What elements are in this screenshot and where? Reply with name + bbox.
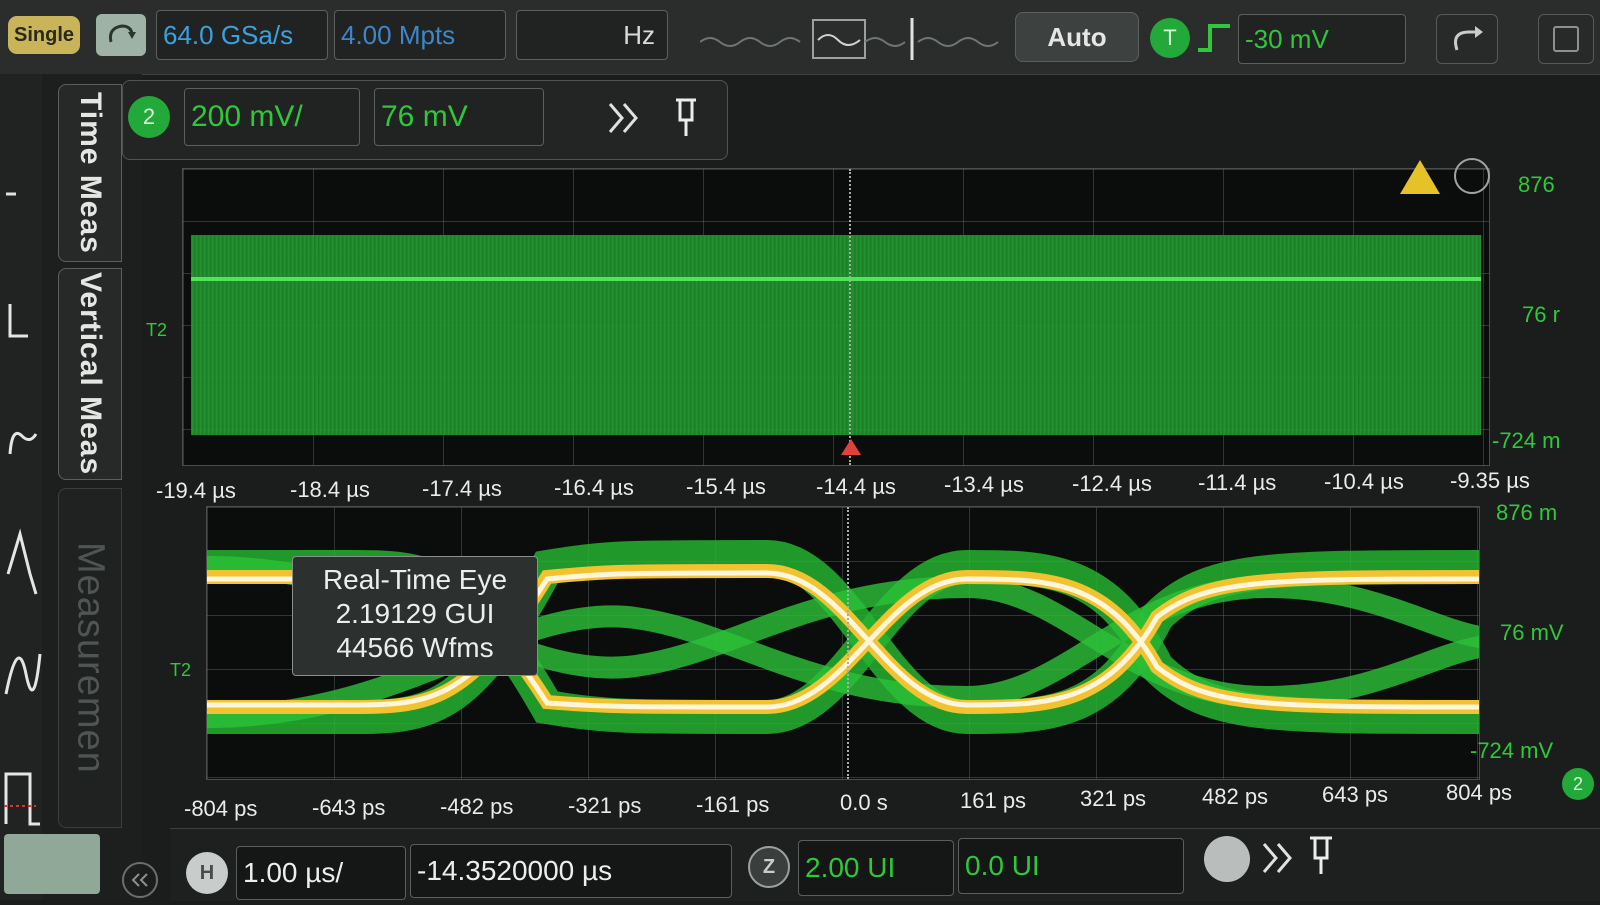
menu-icon bbox=[1553, 26, 1579, 52]
trigger-badge[interactable]: T bbox=[1150, 18, 1190, 58]
redo-icon bbox=[1454, 26, 1483, 51]
eye-x-label: 482 ps bbox=[1202, 784, 1269, 809]
waveform-x-label: -15.4 µs bbox=[686, 474, 766, 499]
trigger-position-icon bbox=[841, 439, 861, 455]
tab-vertical-meas-label: Vertical Meas bbox=[74, 272, 107, 476]
bandwidth-field[interactable]: Hz bbox=[516, 10, 668, 60]
eye-x-label: -643 ps bbox=[312, 795, 386, 820]
eye-info-title: Real-Time Eye bbox=[322, 564, 508, 595]
eye-y-top-label: 876 m bbox=[1496, 500, 1558, 525]
waveform-trigger-marker: T2 bbox=[146, 320, 168, 340]
sample-rate-field[interactable]: 64.0 GSa/s bbox=[156, 10, 328, 60]
tab-measurements-label: Measuremen bbox=[69, 542, 112, 774]
horizontal-position-field[interactable]: -14.3520000 µs bbox=[410, 844, 732, 898]
eye-channel-badge[interactable]: 2 bbox=[1562, 768, 1594, 800]
channel-badge[interactable]: 2 bbox=[128, 96, 170, 138]
waveform-y-mid-label: 76 r bbox=[1522, 302, 1560, 327]
waveform-x-label: -17.4 µs bbox=[422, 476, 502, 501]
zoom-badge[interactable]: Z bbox=[748, 846, 790, 888]
trigger-level-field[interactable]: -30 mV bbox=[1238, 14, 1406, 64]
waveform-trace-centerline bbox=[191, 277, 1481, 281]
timebase-field[interactable]: 1.00 µs/ bbox=[236, 846, 406, 900]
eye-x-label: -482 ps bbox=[440, 794, 514, 819]
waveform-x-label: -11.4 µs bbox=[1198, 470, 1277, 495]
waveform-y-top-label: 876 bbox=[1518, 172, 1555, 197]
waveform-pane[interactable] bbox=[182, 168, 1490, 466]
tab-time-meas-label: Time Meas bbox=[74, 92, 107, 254]
channel-offset-field[interactable]: 76 mV bbox=[374, 88, 544, 146]
single-button[interactable]: Single bbox=[8, 16, 80, 54]
rising-edge-icon bbox=[1196, 22, 1232, 54]
eye-x-label: -161 ps bbox=[696, 792, 770, 817]
waveform-y-bottom-label: -724 m bbox=[1492, 428, 1561, 453]
channel-scale-field[interactable]: 200 mV/ bbox=[184, 88, 360, 146]
double-chevron-left-icon bbox=[131, 873, 148, 887]
waveform-trace bbox=[191, 235, 1481, 435]
eye-x-label: 321 ps bbox=[1080, 786, 1147, 811]
eye-x-label: 804 ps bbox=[1446, 780, 1513, 805]
warning-icon[interactable] bbox=[1400, 160, 1440, 194]
collapse-left-button[interactable] bbox=[122, 862, 158, 898]
eye-info-waveform-count: 44566 Wfms bbox=[336, 632, 494, 663]
eye-info-box: Real-Time Eye 2.19129 GUI 44566 Wfms bbox=[292, 556, 538, 676]
expand-chevron-icon[interactable] bbox=[604, 100, 644, 136]
eye-center-marker bbox=[847, 507, 851, 779]
ui-span-field[interactable]: 2.00 UI bbox=[798, 840, 954, 896]
eye-x-label: -804 ps bbox=[184, 796, 258, 821]
more-options-icon[interactable] bbox=[1204, 836, 1250, 882]
waveform-x-label: -16.4 µs bbox=[554, 475, 634, 500]
memory-depth-field[interactable]: 4.00 Mpts bbox=[334, 10, 506, 60]
eye-y-mid-label: 76 mV bbox=[1500, 620, 1564, 645]
waveform-x-label: -13.4 µs bbox=[944, 472, 1024, 497]
waveform-center-marker bbox=[849, 169, 853, 465]
tab-vertical-meas[interactable]: Vertical Meas bbox=[58, 268, 122, 480]
waveform-x-label: -14.4 µs bbox=[816, 474, 896, 499]
redo-button[interactable] bbox=[1436, 14, 1498, 64]
eye-y-bottom-label: -724 mV bbox=[1470, 738, 1554, 763]
tab-measurements[interactable]: Measuremen bbox=[58, 488, 122, 828]
waveform-x-label: -18.4 µs bbox=[290, 477, 370, 502]
pin-icon[interactable] bbox=[670, 96, 702, 140]
waveform-shortcut-icons bbox=[4, 192, 42, 826]
auto-trigger-button[interactable]: Auto bbox=[1015, 12, 1139, 62]
horizontal-badge[interactable]: H bbox=[186, 852, 228, 894]
eye-info-ui-count: 2.19129 GUI bbox=[335, 598, 495, 629]
tab-time-meas[interactable]: Time Meas bbox=[58, 84, 122, 262]
eye-x-label: -321 ps bbox=[568, 793, 642, 818]
expand-bottom-chevron-icon[interactable] bbox=[1260, 840, 1296, 876]
menu-button[interactable] bbox=[1538, 14, 1594, 64]
ui-offset-field[interactable]: 0.0 UI bbox=[958, 838, 1184, 894]
eye-x-label: 161 ps bbox=[960, 788, 1027, 813]
waveform-x-label: -12.4 µs bbox=[1072, 471, 1152, 496]
eye-x-label: 643 ps bbox=[1322, 782, 1389, 807]
refresh-icon bbox=[109, 24, 136, 43]
waveform-x-label: -10.4 µs bbox=[1324, 469, 1404, 494]
left-icon-rail bbox=[0, 74, 43, 900]
trigger-preview bbox=[699, 14, 1000, 64]
bottom-pin-icon[interactable] bbox=[1306, 834, 1336, 878]
eye-trigger-marker: T2 bbox=[170, 660, 192, 680]
waveform-preview-icon bbox=[699, 18, 999, 60]
eye-x-label: 0.0 s bbox=[840, 790, 888, 815]
waveform-x-label: -19.4 µs bbox=[156, 478, 236, 503]
run-stop-button[interactable] bbox=[96, 14, 146, 56]
left-rail-footer-button[interactable] bbox=[4, 834, 100, 894]
waveform-x-label: -9.35 µs bbox=[1450, 468, 1530, 493]
collapse-chevron-icon[interactable] bbox=[1454, 158, 1490, 194]
